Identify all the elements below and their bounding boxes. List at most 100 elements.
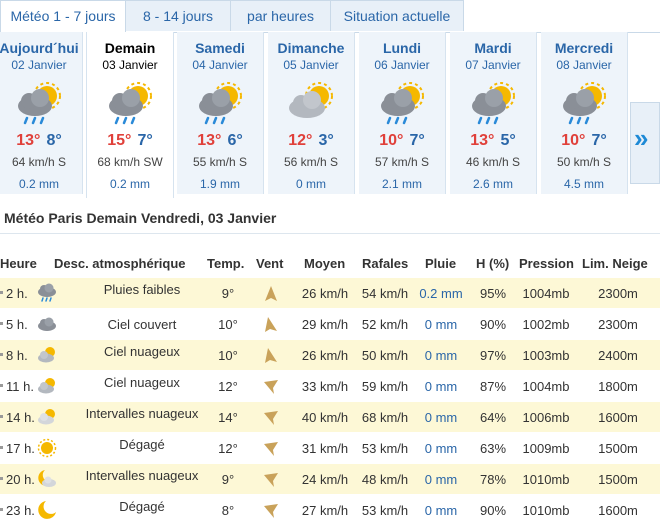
row-hour: 17 h. bbox=[6, 441, 35, 456]
row-press: 1004mb bbox=[522, 286, 570, 301]
row-bullet bbox=[0, 291, 3, 294]
row-hum: 63% bbox=[479, 441, 507, 456]
row-gust: 54 km/h bbox=[361, 286, 409, 301]
wind-arrow-icon bbox=[265, 317, 277, 332]
row-hum: 90% bbox=[479, 503, 507, 518]
row-hour: 8 h. bbox=[6, 348, 28, 363]
row-rain: 0 mm bbox=[424, 410, 458, 425]
cloud-sun-rain-icon bbox=[381, 82, 424, 125]
day-name: Mardi bbox=[474, 40, 512, 56]
day-date: 02 Janvier bbox=[11, 58, 67, 72]
forecast-tabs: Météo 1 - 7 jours 8 - 14 jours par heure… bbox=[0, 0, 660, 33]
row-temp: 8° bbox=[221, 503, 235, 518]
header-press: Pression bbox=[519, 256, 574, 271]
day-card-lundi[interactable]: Lundi 06 Janvier 10° 7° 57 km/h S 2.1 mm bbox=[359, 32, 446, 194]
day-card-tomorrow[interactable]: Demain 03 Janvier 15° 7° 68 km/h SW 0.2 m… bbox=[86, 32, 174, 198]
day-rain: 1.9 mm bbox=[199, 177, 240, 191]
day-name: Aujourd´hui bbox=[0, 40, 79, 56]
tab-8-14-days[interactable]: 8 - 14 jours bbox=[125, 0, 231, 31]
day-card-samedi[interactable]: Samedi 04 Janvier 13° 6° 55 km/h S 1.9 mm bbox=[177, 32, 264, 194]
cloud-sun-icon bbox=[38, 378, 55, 394]
row-gust: 53 km/h bbox=[361, 503, 409, 518]
row-rain: 0 mm bbox=[424, 379, 458, 394]
moon-cloud-icon bbox=[38, 470, 56, 487]
row-desc: Ciel nuageux bbox=[104, 344, 180, 359]
row-gust: 48 km/h bbox=[361, 472, 409, 487]
row-press: 1003mb bbox=[522, 348, 570, 363]
row-temp: 12° bbox=[218, 441, 238, 456]
row-avg: 24 km/h bbox=[301, 472, 349, 487]
row-hum: 64% bbox=[479, 410, 507, 425]
day-wind: 55 km/h S bbox=[192, 155, 248, 169]
day-temps: 15° 7° bbox=[87, 132, 173, 150]
day-wind: 56 km/h S bbox=[283, 155, 339, 169]
tab-1-7-days[interactable]: Météo 1 - 7 jours bbox=[0, 0, 126, 33]
wind-arrow-icon bbox=[264, 380, 278, 394]
day-wind: 57 km/h S bbox=[374, 155, 430, 169]
day-temps: 13° 8° bbox=[0, 132, 82, 150]
day-rain: 0.2 mm bbox=[18, 177, 59, 191]
wind-arrow-icon bbox=[264, 442, 278, 456]
day-date: 07 Janvier bbox=[465, 58, 521, 72]
row-bullet bbox=[0, 415, 3, 418]
row-temp: 9° bbox=[221, 286, 235, 301]
temp-min: 7° bbox=[409, 132, 425, 149]
temp-min: 8° bbox=[46, 132, 62, 149]
cloud-sun-rain-icon bbox=[109, 82, 152, 125]
header-gust: Rafales bbox=[362, 256, 409, 271]
header-temp: Temp. bbox=[207, 256, 245, 271]
day-card-mercredi[interactable]: Mercredi 08 Janvier 10° 7° 50 km/h S 4.5 … bbox=[541, 32, 628, 194]
table-row: 14 h. Intervalles nuageux 14° 40 km/h 68… bbox=[0, 402, 660, 432]
row-gust: 52 km/h bbox=[361, 317, 409, 332]
temp-max: 12° bbox=[288, 132, 313, 149]
header-rain: Pluie bbox=[425, 256, 457, 271]
row-press: 1006mb bbox=[522, 410, 570, 425]
next-days-button[interactable]: » bbox=[630, 102, 660, 184]
sun-icon bbox=[37, 438, 57, 458]
day-card-today[interactable]: Aujourd´hui 02 Janvier 13° 8° 64 km/h S 0… bbox=[0, 32, 83, 194]
row-hour: 20 h. bbox=[6, 472, 35, 487]
day-date: 08 Janvier bbox=[556, 58, 612, 72]
day-card-mardi[interactable]: Mardi 07 Janvier 13° 5° 46 km/h S 2.6 mm bbox=[450, 32, 537, 194]
divider bbox=[0, 233, 660, 234]
row-avg: 27 km/h bbox=[301, 503, 349, 518]
day-name: Lundi bbox=[382, 40, 422, 56]
day-temps: 10° 7° bbox=[541, 132, 627, 150]
row-bullet bbox=[0, 384, 3, 387]
row-bullet bbox=[0, 508, 3, 511]
temp-max: 10° bbox=[561, 132, 586, 149]
row-rain: 0 mm bbox=[424, 441, 458, 456]
row-press: 1010mb bbox=[522, 472, 570, 487]
double-chevron-right-icon: » bbox=[634, 123, 649, 153]
table-row: 5 h. Ciel couvert 10° 29 km/h 52 km/h 0 … bbox=[0, 309, 660, 339]
row-temp: 10° bbox=[218, 317, 238, 332]
cloud-sun-rain-icon bbox=[18, 82, 61, 125]
row-gust: 68 km/h bbox=[361, 410, 409, 425]
row-temp: 14° bbox=[218, 410, 238, 425]
day-temps: 13° 6° bbox=[177, 132, 263, 150]
table-row: 20 h. Intervalles nuageux 9° 24 km/h 48 … bbox=[0, 464, 660, 494]
row-desc: Intervalles nuageux bbox=[85, 406, 199, 421]
tab-current[interactable]: Situation actuelle bbox=[330, 0, 464, 31]
day-wind: 68 km/h SW bbox=[97, 155, 163, 169]
row-snow: 1600m bbox=[598, 503, 638, 518]
cloud-sun-icon bbox=[38, 347, 55, 363]
row-avg: 40 km/h bbox=[301, 410, 349, 425]
day-date: 04 Janvier bbox=[192, 58, 248, 72]
row-hum: 97% bbox=[479, 348, 507, 363]
row-rain: 0 mm bbox=[424, 503, 458, 518]
row-desc: Intervalles nuageux bbox=[85, 468, 199, 483]
day-wind: 50 km/h S bbox=[556, 155, 612, 169]
day-temps: 12° 3° bbox=[268, 132, 354, 150]
row-hum: 87% bbox=[479, 379, 507, 394]
tab-hourly[interactable]: par heures bbox=[230, 0, 331, 31]
header-snow: Lim. Neige bbox=[582, 256, 648, 271]
row-hour: 11 h. bbox=[6, 379, 34, 394]
temp-max: 15° bbox=[107, 132, 132, 149]
row-bullet bbox=[0, 353, 3, 356]
row-desc: Dégagé bbox=[119, 437, 165, 452]
temp-max: 10° bbox=[379, 132, 404, 149]
day-date: 05 Janvier bbox=[283, 58, 339, 72]
day-card-dimanche[interactable]: Dimanche 05 Janvier 12° 3° 56 km/h S 0 mm bbox=[268, 32, 355, 194]
day-rain: 2.1 mm bbox=[381, 177, 422, 191]
